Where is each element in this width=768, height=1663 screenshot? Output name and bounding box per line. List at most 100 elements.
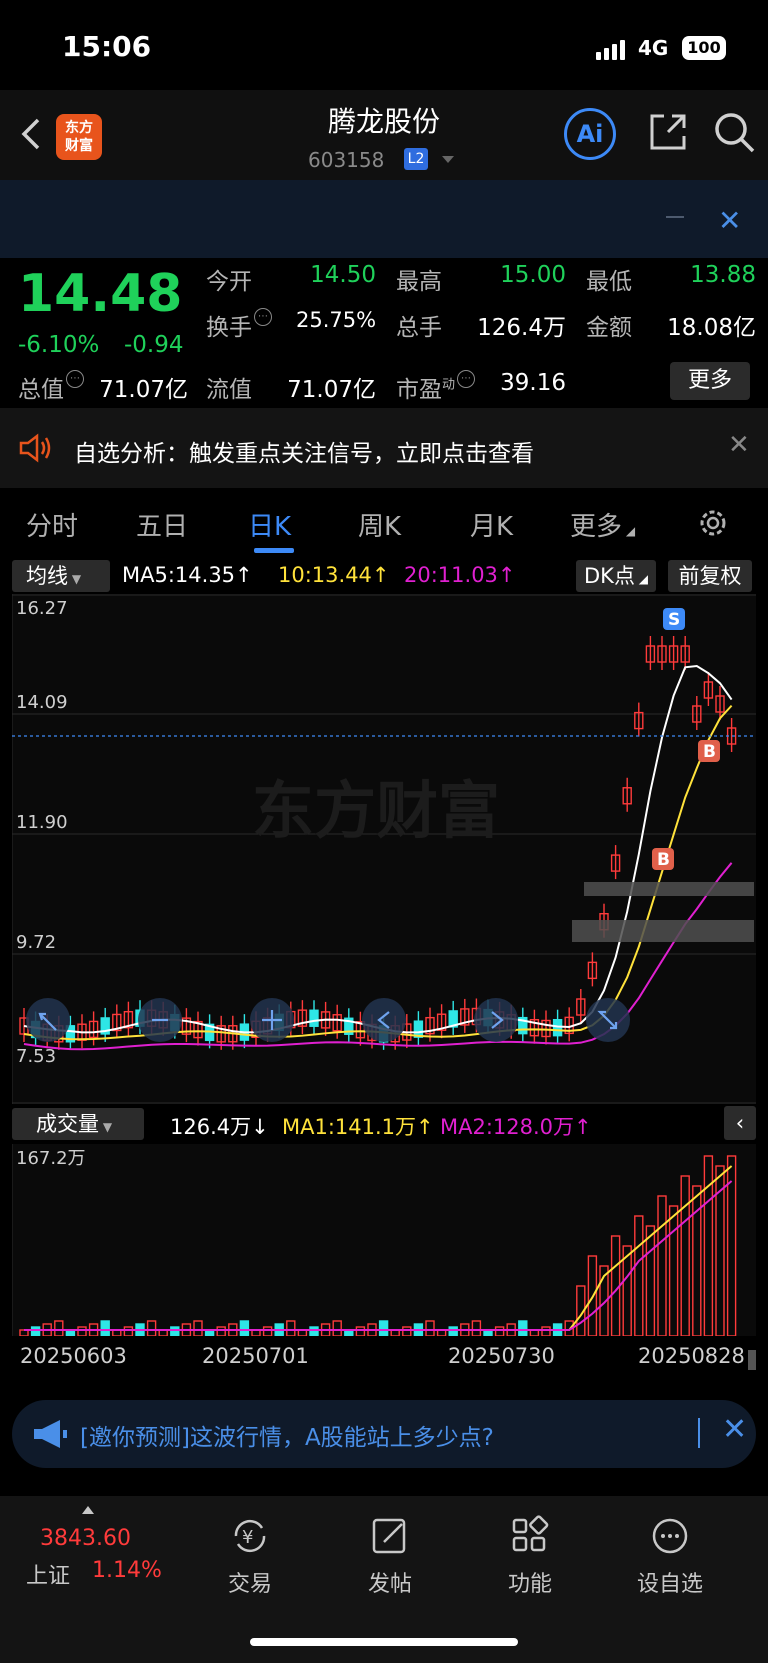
status-bar: 15:06 4G 100 (0, 0, 768, 90)
notice-text: 自选分析：触发重点关注信号，立即点击查看 (74, 441, 534, 467)
search-icon[interactable] (712, 110, 756, 154)
minimize-icon[interactable] (666, 216, 684, 218)
ad-banner[interactable]: ✕ (0, 180, 768, 258)
volume-bar (448, 1326, 458, 1336)
level2-badge[interactable]: L2 (404, 148, 428, 170)
low-value: 13.88 (690, 262, 756, 288)
dk-zone (584, 882, 754, 896)
low-label: 最低 (586, 269, 632, 295)
ma10-label: 10:13.44↑ (278, 563, 390, 587)
axis-label-2: 14.09 (16, 692, 68, 713)
volume-selector[interactable]: 成交量 ▼ (12, 1108, 144, 1140)
close-icon[interactable]: ✕ (722, 1412, 747, 1447)
svg-text:B: B (657, 850, 670, 870)
pe-value: 39.16 (500, 370, 566, 396)
tab-intraday[interactable]: 分时 (26, 506, 78, 543)
ma-selector[interactable]: 均线 ▼ (12, 560, 110, 592)
tab-five-day[interactable]: 五日 (136, 506, 188, 543)
info-icon[interactable]: ⋯ (254, 308, 272, 326)
turnover-value: 25.75% (296, 308, 377, 332)
volume-bar (309, 1326, 319, 1336)
float-value: 71.07亿 (287, 377, 376, 403)
collapse-icon[interactable]: ‹ (724, 1106, 756, 1140)
nav-add-watchlist[interactable]: 设自选 (620, 1514, 720, 1598)
period-tabs: 分时 五日 日K 周K 月K 更多 ◢ (0, 488, 768, 556)
volume-chart[interactable]: 167.2万 (12, 1144, 756, 1336)
edit-icon (372, 1518, 406, 1554)
mcap-value: 71.07亿 (99, 377, 188, 403)
high-value: 15.00 (500, 262, 566, 288)
index-name[interactable]: 上证 (26, 1558, 70, 1590)
index-value[interactable]: 3843.60 (40, 1526, 131, 1551)
quote-panel: 14.48 -6.10% -0.94 今开 14.50 最高 15.00 最低 … (0, 258, 768, 408)
open-label: 今开 (206, 269, 252, 295)
volume-bar (30, 1326, 41, 1336)
expand-icon[interactable] (82, 1506, 94, 1514)
trade-icon: ¥ (234, 1519, 266, 1553)
buy-marker: B (652, 848, 674, 870)
divider (698, 1418, 700, 1448)
last-price: 14.48 (18, 264, 183, 324)
date-label: 20250603 (20, 1344, 127, 1368)
gear-icon[interactable] (696, 506, 730, 540)
volume-bar (518, 1320, 528, 1336)
analysis-notice[interactable]: 自选分析：触发重点关注信号，立即点击查看 ✕ (0, 408, 768, 488)
nav-functions[interactable]: 功能 (480, 1514, 580, 1598)
info-icon[interactable]: ⋯ (66, 370, 84, 388)
speaker-icon (19, 433, 51, 463)
ai-button[interactable]: Ai (564, 108, 616, 160)
volume-bar (170, 1326, 180, 1336)
ma-legend-row: 均线 ▼ MA5:14.35↑ 10:13.44↑ 20:11.03↑ DK点 … (0, 556, 768, 594)
tab-more[interactable]: 更多 ◢ (570, 506, 635, 543)
scroll-handle[interactable] (748, 1350, 756, 1370)
volume-label: 总手 (396, 315, 442, 341)
prediction-promo[interactable]: [邀你预测]这波行情，A股能站上多少点? ✕ (12, 1400, 756, 1468)
svg-text:S: S (668, 610, 680, 630)
clock: 15:06 (62, 30, 152, 63)
active-tab-indicator (254, 548, 294, 553)
zoom-out-icon[interactable] (26, 998, 70, 1042)
volume-legend-row: 成交量 ▼ 126.4万↓ MA1:141.1万↑ MA2:128.0万↑ ‹ (0, 1104, 768, 1144)
next-icon[interactable] (474, 998, 518, 1042)
share-icon[interactable] (646, 110, 690, 154)
dk-zone (572, 920, 754, 942)
watermark: 东方财富 (252, 774, 500, 847)
stock-header: 东方 财富 腾龙股份 603158 L2 Ai (0, 90, 768, 180)
amount-label: 金额 (586, 315, 632, 341)
nav-post[interactable]: 发帖 (340, 1514, 440, 1598)
signal-icon (596, 40, 625, 60)
tab-daily-k[interactable]: 日K (248, 506, 291, 543)
dk-point-button[interactable]: DK点 ◢ (576, 560, 656, 592)
kline-chart[interactable]: 东方财富 16.27 14.09 11.90 9.72 7.53 S B B (12, 594, 756, 1104)
nav-trade[interactable]: ¥ 交易 (200, 1514, 300, 1598)
volume-bar (378, 1320, 389, 1336)
ma20-label: 20:11.03↑ (404, 563, 516, 587)
caret-down-icon[interactable] (442, 156, 454, 163)
prev-icon[interactable] (362, 998, 406, 1042)
bottom-nav: 3843.60 上证 1.14% ¥ 交易 发帖 功能 设自选 (0, 1496, 768, 1663)
volume-bar (100, 1320, 110, 1336)
date-label: 20250730 (448, 1344, 555, 1368)
volume-current: 126.4万↓ (170, 1115, 269, 1139)
change-amount: -0.94 (124, 332, 184, 358)
info-icon[interactable]: ⋯ (457, 370, 476, 388)
svg-text:¥: ¥ (242, 1527, 253, 1548)
volume-ma2: MA2:128.0万↑ (440, 1115, 592, 1139)
candle (309, 1009, 319, 1027)
home-indicator[interactable] (250, 1638, 518, 1646)
tab-weekly-k[interactable]: 周K (358, 506, 401, 543)
more-button[interactable]: 更多 (670, 362, 750, 400)
high-label: 最高 (396, 269, 442, 295)
promo-text: [邀你预测]这波行情，A股能站上多少点? (80, 1425, 494, 1451)
buy-marker: B (698, 740, 720, 762)
sell-marker: S (663, 608, 685, 630)
tab-monthly-k[interactable]: 月K (470, 506, 513, 543)
volume-axis-max: 167.2万 (16, 1148, 86, 1169)
index-change[interactable]: 1.14% (92, 1558, 162, 1583)
close-icon[interactable]: ✕ (718, 204, 741, 237)
volume-ma1: MA1:141.1万↑ (282, 1115, 434, 1139)
close-icon[interactable]: ✕ (728, 430, 750, 460)
megaphone-icon (34, 1420, 67, 1448)
adjust-button[interactable]: 前复权 (668, 560, 752, 592)
more-icon (652, 1518, 688, 1554)
